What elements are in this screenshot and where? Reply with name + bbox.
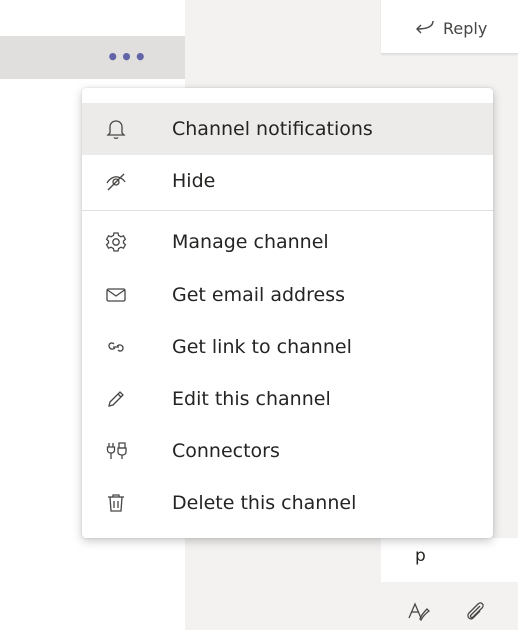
eye-off-icon bbox=[103, 168, 129, 194]
channel-list-row[interactable]: ••• bbox=[0, 36, 185, 79]
gear-icon bbox=[103, 229, 129, 255]
bell-icon bbox=[103, 116, 129, 142]
menu-item-delete-this-channel[interactable]: Delete this channel bbox=[82, 477, 493, 529]
trash-icon bbox=[103, 490, 129, 516]
compose-box[interactable]: p bbox=[381, 538, 518, 582]
ellipsis-icon: ••• bbox=[106, 45, 148, 69]
menu-item-get-email-address[interactable]: Get email address bbox=[82, 269, 493, 321]
more-options-button[interactable]: ••• bbox=[106, 44, 146, 70]
menu-item-label: Connectors bbox=[172, 440, 280, 462]
mail-icon bbox=[103, 282, 129, 308]
format-icon[interactable] bbox=[407, 600, 431, 624]
menu-item-label: Get link to channel bbox=[172, 336, 352, 358]
connectors-icon bbox=[103, 438, 129, 464]
menu-item-label: Get email address bbox=[172, 284, 345, 306]
message-card: Reply bbox=[381, 0, 518, 54]
menu-item-manage-channel[interactable]: Manage channel bbox=[82, 216, 493, 268]
menu-divider bbox=[82, 210, 493, 211]
reply-label: Reply bbox=[443, 18, 488, 38]
link-icon bbox=[103, 334, 129, 360]
pencil-icon bbox=[103, 386, 129, 412]
attach-icon[interactable] bbox=[463, 600, 487, 624]
menu-item-label: Edit this channel bbox=[172, 388, 331, 410]
menu-item-channel-notifications[interactable]: Channel notifications bbox=[82, 103, 493, 155]
menu-item-label: Hide bbox=[172, 170, 216, 192]
menu-item-label: Delete this channel bbox=[172, 492, 357, 514]
reply-button[interactable]: Reply bbox=[413, 18, 487, 38]
menu-item-label: Manage channel bbox=[172, 231, 329, 253]
reply-arrow-icon bbox=[413, 18, 435, 38]
menu-item-hide[interactable]: Hide bbox=[82, 155, 493, 207]
menu-item-label: Channel notifications bbox=[172, 118, 373, 140]
menu-item-get-link-to-channel[interactable]: Get link to channel bbox=[82, 321, 493, 373]
compose-toolbar bbox=[381, 590, 518, 630]
menu-item-edit-this-channel[interactable]: Edit this channel bbox=[82, 373, 493, 425]
menu-item-connectors[interactable]: Connectors bbox=[82, 425, 493, 477]
compose-text: p bbox=[415, 546, 426, 566]
channel-context-menu: Channel notifications Hide Manage channe… bbox=[82, 88, 493, 538]
